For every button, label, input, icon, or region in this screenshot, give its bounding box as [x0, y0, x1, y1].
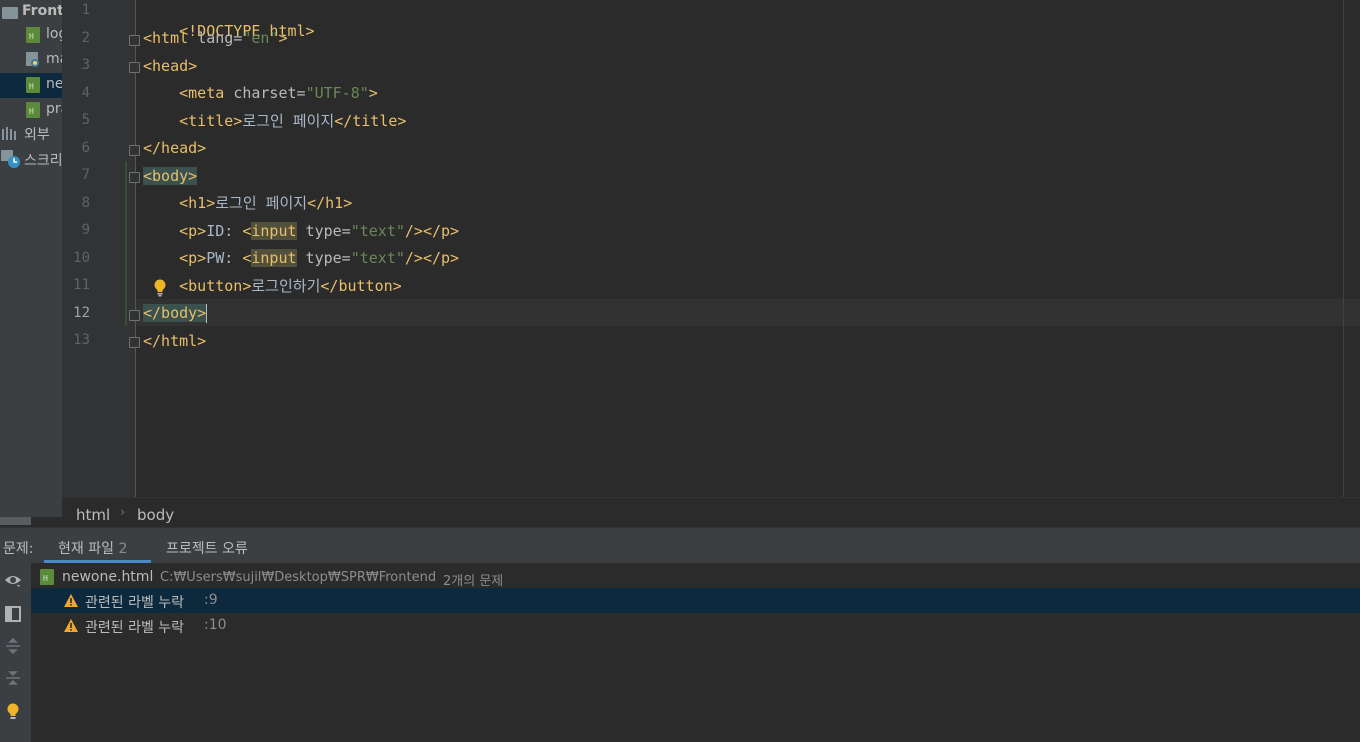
line-number: 3: [81, 57, 90, 73]
html-file-icon: [26, 27, 40, 43]
tree-item-file[interactable]: log: [0, 23, 62, 48]
tree-item-label: ma: [46, 51, 62, 67]
code-line-6[interactable]: </head>: [143, 138, 206, 158]
line-number: 11: [73, 277, 90, 293]
scratch-icon: [1, 150, 20, 168]
tree-item-file[interactable]: pra: [0, 98, 62, 123]
fold-marker-icon[interactable]: [129, 145, 140, 156]
problem-item[interactable]: 관련된 라벨 누락 :10: [31, 613, 1360, 638]
problems-tab-bar: 문제: 현재 파일 2 프로젝트 오류: [0, 528, 1360, 563]
breadcrumb-item-html[interactable]: html: [76, 506, 110, 524]
eye-icon[interactable]: [4, 572, 22, 590]
tree-item-file[interactable]: ma: [0, 48, 62, 73]
problems-toolbar: [0, 563, 32, 742]
fold-marker-icon[interactable]: [129, 310, 140, 321]
html-file-icon: [40, 569, 54, 585]
gutter-divider: [135, 0, 136, 497]
lightbulb-icon[interactable]: [154, 279, 166, 297]
current-line-highlight: [62, 299, 1360, 326]
code-editor[interactable]: 1 2 3 4 5 6 7 8 9 10 11 12 13 <!DOCTYPE …: [62, 0, 1360, 497]
code-line-7[interactable]: <body>: [143, 166, 198, 186]
tree-item-label: 외부: [24, 127, 50, 143]
text-cursor: [206, 304, 208, 323]
line-number: 9: [81, 222, 90, 238]
tree-root-folder[interactable]: Front: [0, 0, 62, 25]
problems-panel-title: 문제:: [3, 541, 34, 557]
line-number: 2: [81, 30, 90, 46]
problems-list: newone.html C:₩Users₩sujil₩Desktop₩SPR₩F…: [31, 563, 1360, 742]
library-icon: [2, 127, 16, 140]
right-margin-guide: [1343, 0, 1344, 497]
problem-item[interactable]: 관련된 라벨 누락 :9: [31, 588, 1360, 613]
problem-file-path: C:₩Users₩sujil₩Desktop₩SPR₩Frontend: [160, 570, 437, 585]
problem-count-summary: 2개의 문제: [443, 574, 504, 589]
warning-highlight[interactable]: input: [251, 249, 297, 267]
line-number: 13: [73, 332, 90, 348]
line-number: 7: [81, 167, 90, 183]
warning-icon: [64, 619, 78, 632]
problem-message: 관련된 라벨 누락: [85, 620, 185, 636]
tab-project-errors[interactable]: 프로젝트 오류: [166, 538, 248, 558]
matched-tag-highlight: <body>: [143, 167, 198, 185]
project-tree-scrollbar[interactable]: [0, 517, 31, 525]
line-number: 1: [81, 2, 90, 18]
tree-item-file-selected[interactable]: ne: [0, 73, 62, 98]
problem-file-name: newone.html: [62, 569, 154, 585]
preview-pane-icon[interactable]: [4, 605, 22, 623]
fold-marker-icon[interactable]: [129, 337, 140, 348]
problem-file-node[interactable]: newone.html C:₩Users₩sujil₩Desktop₩SPR₩F…: [31, 565, 1360, 589]
code-line-8[interactable]: <h1>로그인 페이지</h1>: [143, 193, 352, 213]
tab-count-badge: 2: [118, 541, 128, 557]
problem-location: :9: [204, 592, 218, 608]
tree-item-label: 스크리: [24, 153, 62, 169]
line-number: 5: [81, 112, 90, 128]
fold-marker-icon[interactable]: [129, 62, 140, 73]
code-line-13[interactable]: </html>: [143, 331, 206, 351]
line-number: 10: [73, 250, 90, 266]
problem-location: :10: [204, 617, 227, 633]
code-line-9[interactable]: <p>ID: <input type="text"/></p>: [143, 221, 459, 241]
breadcrumb: html › body: [62, 497, 1360, 528]
line-number: 4: [81, 85, 90, 101]
code-line-3[interactable]: <head>: [143, 56, 197, 76]
fold-marker-icon[interactable]: [129, 172, 140, 183]
problem-message: 관련된 라벨 누락: [85, 595, 185, 611]
breadcrumb-item-body[interactable]: body: [137, 506, 174, 524]
project-tree-panel: Front log ma ne pra 외부 스크리: [0, 0, 62, 517]
tree-item-scratches[interactable]: 스크리: [0, 147, 62, 172]
code-line-4[interactable]: <meta charset="UTF-8">: [143, 83, 378, 103]
code-line-10[interactable]: <p>PW: <input type="text"/></p>: [143, 248, 459, 268]
tree-item-label: log: [46, 26, 62, 42]
chevron-right-icon: ›: [120, 505, 126, 520]
line-number-current: 12: [73, 305, 90, 321]
problems-panel: 문제: 현재 파일 2 프로젝트 오류 newone.html: [0, 527, 1360, 742]
html-file-icon: [26, 77, 40, 93]
tree-item-label: ne: [46, 76, 62, 92]
code-line-11[interactable]: <button>로그인하기</button>: [143, 276, 402, 296]
python-file-icon: [26, 52, 39, 67]
fold-marker-icon[interactable]: [129, 35, 140, 46]
expand-all-icon[interactable]: [4, 637, 22, 655]
warning-highlight[interactable]: input: [251, 222, 297, 240]
tree-item-label: pra: [46, 101, 62, 117]
collapse-all-icon[interactable]: [4, 669, 22, 687]
matched-tag-highlight: </body>: [143, 304, 207, 322]
code-line-5[interactable]: <title>로그인 페이지</title>: [143, 111, 406, 131]
line-number: 8: [81, 195, 90, 211]
lightbulb-icon[interactable]: [4, 702, 22, 720]
tree-root-label: Front: [22, 3, 62, 19]
folder-icon: [2, 7, 18, 19]
code-line-12[interactable]: </body>: [143, 303, 208, 323]
html-file-icon: [26, 102, 40, 118]
tab-current-file[interactable]: 현재 파일 2: [58, 538, 127, 558]
code-line-2[interactable]: <html lang="en">: [143, 28, 288, 48]
vcs-change-marker[interactable]: [125, 161, 127, 326]
line-number: 6: [81, 140, 90, 156]
tree-item-external-libraries[interactable]: 외부: [0, 121, 62, 146]
warning-icon: [64, 594, 78, 607]
